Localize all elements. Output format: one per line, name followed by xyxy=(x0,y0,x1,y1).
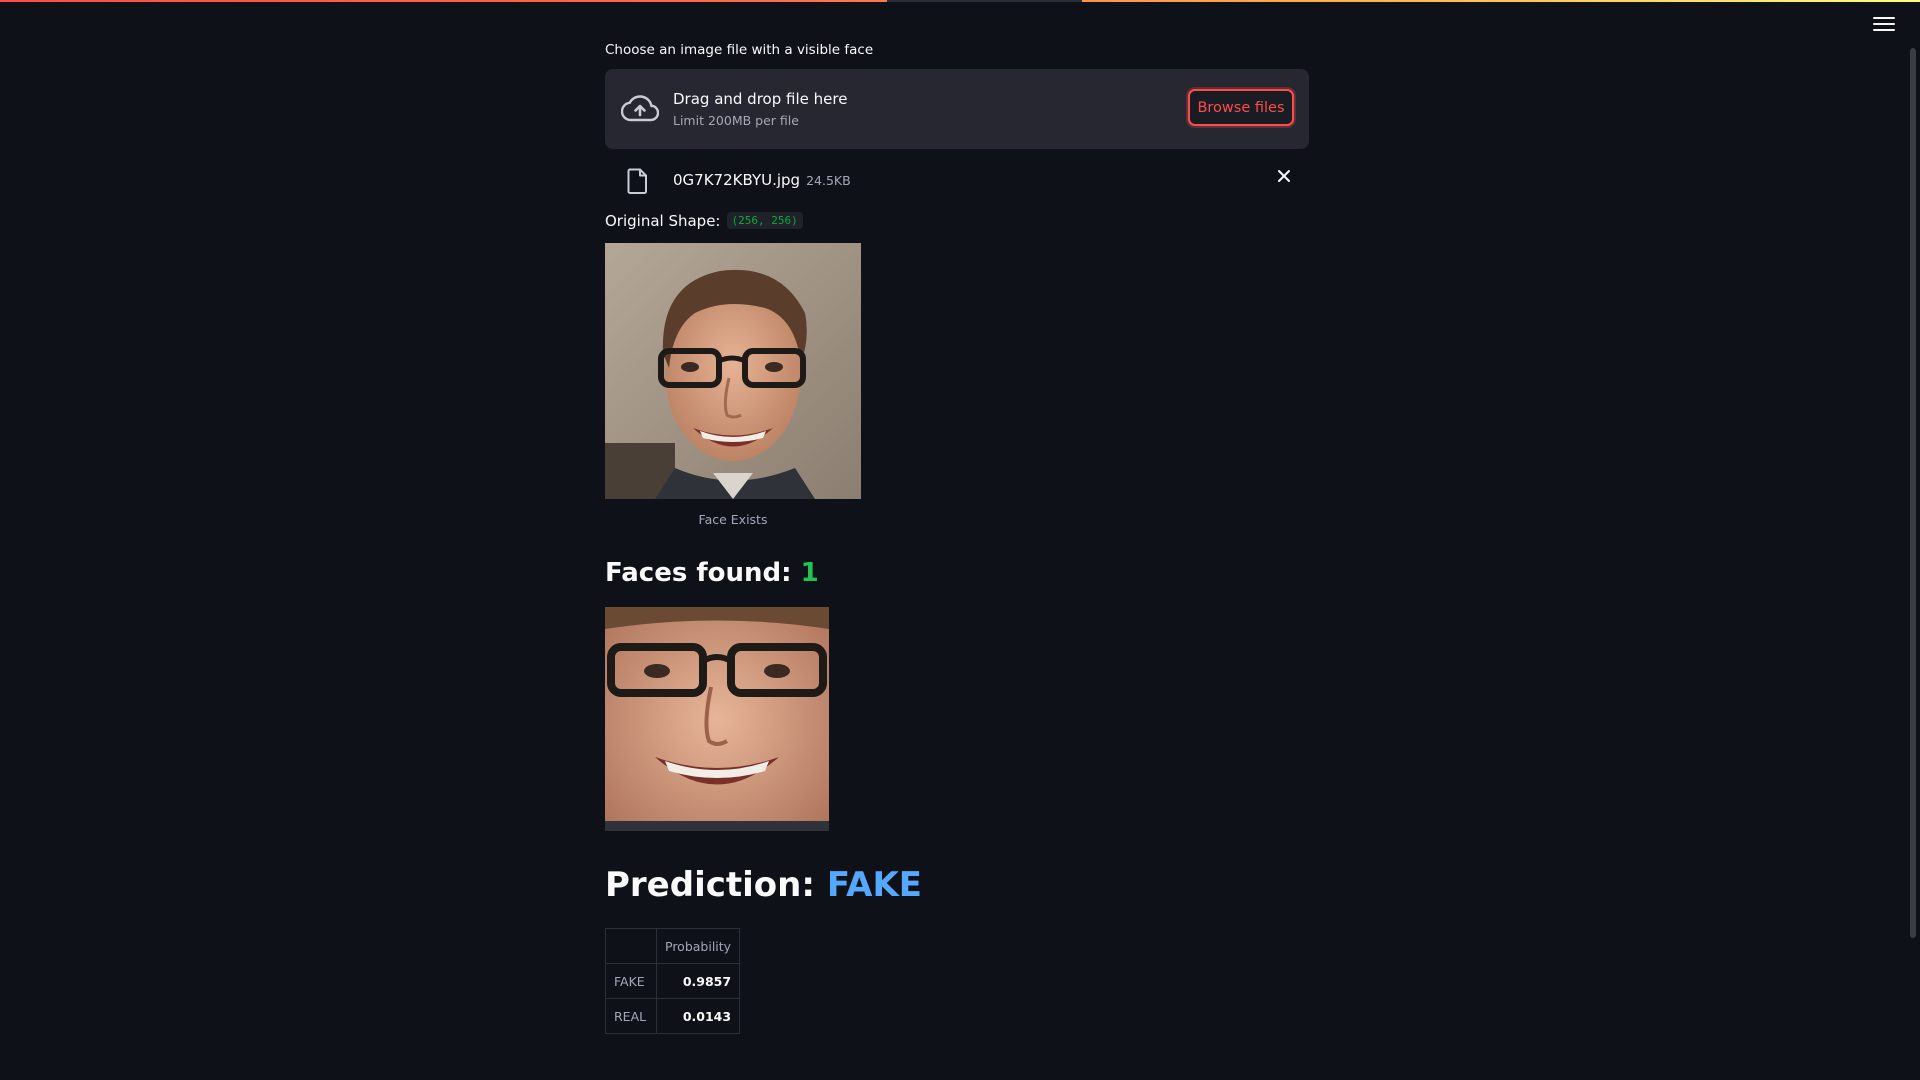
table-row: REAL 0.0143 xyxy=(605,998,741,1034)
image-caption: Face Exists xyxy=(698,512,768,527)
file-size: 24.5KB xyxy=(806,173,851,188)
app-root: Choose an image file with a visible face… xyxy=(0,0,1920,1080)
original-shape-label: Original Shape: xyxy=(605,212,721,230)
original-image-block: Face Exists xyxy=(605,243,1309,527)
top-progress-segment xyxy=(887,0,1082,2)
file-dropzone[interactable]: Drag and drop file here Limit 200MB per … xyxy=(605,69,1309,149)
close-icon[interactable] xyxy=(1277,169,1291,183)
table-header-probability: Probability xyxy=(655,928,741,964)
table-row-label: FAKE xyxy=(605,963,657,999)
main-content: Choose an image file with a visible face… xyxy=(605,42,1309,1034)
cloud-upload-icon xyxy=(621,95,659,122)
table-row: FAKE 0.9857 xyxy=(605,963,741,999)
faces-found-heading: Faces found: 1 xyxy=(605,557,1309,589)
faces-found-label: Faces found: xyxy=(605,558,792,588)
scrollbar-thumb[interactable] xyxy=(1910,48,1916,938)
prediction-label: Prediction: xyxy=(605,865,815,905)
uploader-label: Choose an image file with a visible face xyxy=(605,42,874,58)
faces-found-count: 1 xyxy=(800,558,819,588)
table-row-label: REAL xyxy=(605,998,657,1034)
scrollbar[interactable] xyxy=(1904,0,1920,1080)
table-row-value: 0.9857 xyxy=(655,963,741,999)
uploaded-file-row: 0G7K72KBYU.jpg 24.5KB xyxy=(605,149,1309,205)
dropzone-limit: Limit 200MB per file xyxy=(673,113,799,128)
file-icon xyxy=(627,168,647,194)
original-shape-line: Original Shape: (256, 256) xyxy=(605,209,1309,233)
file-name-text: 0G7K72KBYU.jpg xyxy=(673,171,801,189)
original-shape-value: (256, 256) xyxy=(726,212,803,229)
cropped-face-image xyxy=(605,607,829,831)
table-header-row: Probability xyxy=(605,928,741,964)
table-row-value: 0.0143 xyxy=(655,998,741,1034)
main-menu-icon[interactable] xyxy=(1873,17,1895,33)
table-corner-cell xyxy=(605,928,657,964)
prediction-heading: Prediction: FAKE xyxy=(605,864,1309,906)
browse-files-button[interactable]: Browse files xyxy=(1188,89,1294,126)
file-name: 0G7K72KBYU.jpg 24.5KB xyxy=(673,171,851,189)
dropzone-title: Drag and drop file here xyxy=(673,90,848,108)
original-face-image xyxy=(605,243,861,499)
prediction-value: FAKE xyxy=(826,865,923,905)
probability-table: Probability FAKE 0.9857 REAL 0.0143 xyxy=(605,928,741,1034)
